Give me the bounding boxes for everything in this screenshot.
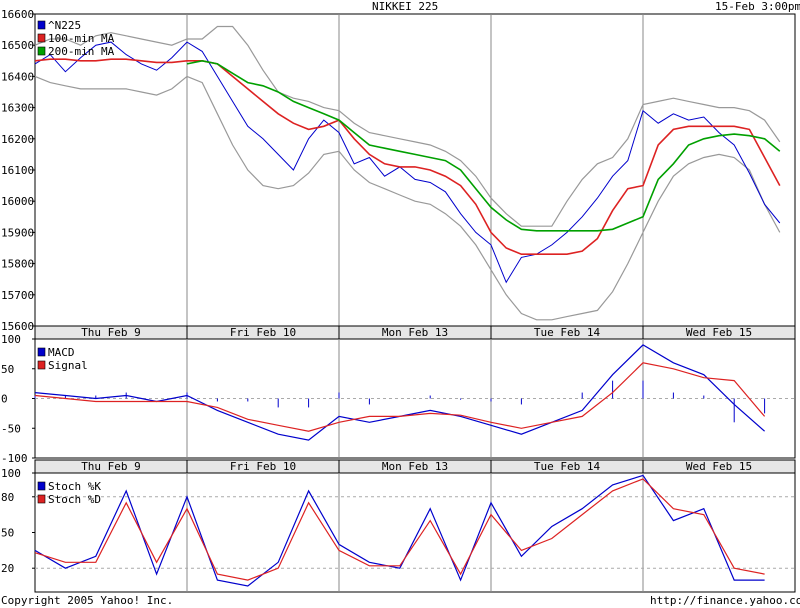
day-label: Fri Feb 10 <box>230 460 296 473</box>
day-label: Tue Feb 14 <box>534 460 601 473</box>
day-label: Wed Feb 15 <box>686 460 752 473</box>
legend-ma200-swatch <box>37 46 46 56</box>
legend-stoch_d-swatch <box>37 494 46 504</box>
price-tick-label: 16000 <box>1 195 34 208</box>
legend-ma100-label: 100-min MA <box>48 32 115 45</box>
macd-tick-label: 50 <box>1 363 14 376</box>
upper-band-line <box>34 25 781 227</box>
legend-stoch_k-swatch <box>37 481 46 491</box>
legend-stoch_k-label: Stoch %K <box>48 480 101 493</box>
footer-url[interactable]: http://finance.yahoo.com/ <box>650 594 800 607</box>
price-tick-label: 15800 <box>1 258 34 271</box>
legend-signal-label: Signal <box>48 359 88 372</box>
stochastic-panel <box>34 472 796 593</box>
price-tick-label: 15900 <box>1 226 34 239</box>
series-ma100-line <box>34 58 781 255</box>
price-tick-label: 15700 <box>1 289 34 302</box>
day-label: Fri Feb 10 <box>230 326 296 339</box>
series-stoch_k-line <box>34 474 765 587</box>
stoch-tick-label: 80 <box>1 491 14 504</box>
series-macd-line <box>34 344 765 441</box>
day-label: Wed Feb 15 <box>686 326 752 339</box>
lower-band-line <box>34 75 781 321</box>
day-label: Thu Feb 9 <box>81 326 141 339</box>
series-index-line <box>34 41 781 284</box>
legend-ma200-label: 200-min MA <box>48 45 115 58</box>
legend-macd-swatch <box>37 347 46 357</box>
macd-tick-label: 100 <box>1 333 21 346</box>
legend-macd-label: MACD <box>48 346 75 359</box>
day-label: Thu Feb 9 <box>81 460 141 473</box>
day-label: Mon Feb 13 <box>382 460 448 473</box>
day-label: Tue Feb 14 <box>534 326 601 339</box>
legend-index-swatch <box>37 20 46 30</box>
price-tick-label: 16100 <box>1 164 34 177</box>
day-label: Mon Feb 13 <box>382 326 448 339</box>
series-ma200-line <box>186 59 781 232</box>
nikkei-chart: 15600 15700 15800 15900 16000 16100 16200 16300… <box>1 8 796 593</box>
stoch-tick-label: 100 <box>1 467 21 480</box>
legend-signal-swatch <box>37 360 46 370</box>
price-tick-label: 16500 <box>1 39 34 52</box>
price-tick-label: 15600 <box>1 320 34 333</box>
macd-tick-label: 0 <box>1 393 8 406</box>
macd-tick-label: -100 <box>1 452 28 465</box>
price-tick-label: 16200 <box>1 133 34 146</box>
price-tick-label: 16300 <box>1 102 34 115</box>
price-tick-label: 16600 <box>1 8 34 21</box>
legend-ma100-swatch <box>37 33 46 43</box>
stoch-tick-label: 50 <box>1 527 14 540</box>
price-tick-label: 16400 <box>1 70 34 83</box>
legend-index-label: ^N225 <box>48 19 81 32</box>
macd-tick-label: -50 <box>1 422 21 435</box>
series-signal-line <box>34 362 766 432</box>
copyright-text: Copyright 2005 Yahoo! Inc. <box>1 594 174 607</box>
legend-stoch_d-label: Stoch %D <box>48 493 101 506</box>
stoch-tick-label: 20 <box>1 562 14 575</box>
